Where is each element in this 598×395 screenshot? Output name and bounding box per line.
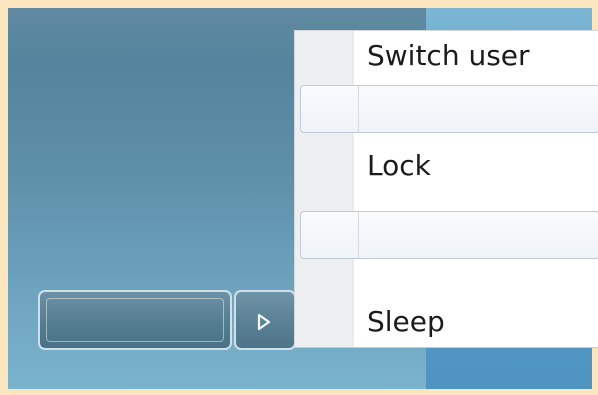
menu-item-lock[interactable]: Lock	[295, 141, 598, 193]
menu-item-label: Switch user	[367, 39, 530, 72]
shutdown-button-inner	[46, 298, 224, 342]
menu-item-label: Lock	[367, 149, 431, 182]
shutdown-button-group	[38, 290, 296, 354]
separator-divider	[358, 212, 359, 258]
menu-item-switch-user[interactable]: Switch user	[295, 31, 598, 83]
menu-item-sleep[interactable]: Sleep	[295, 297, 598, 349]
shutdown-button[interactable]	[38, 290, 232, 350]
power-options-menu: Switch user Lock Sleep	[294, 30, 598, 348]
menu-item-label: Sleep	[367, 305, 445, 338]
separator-divider	[358, 86, 359, 132]
chevron-right-icon	[257, 313, 271, 331]
menu-separator	[300, 85, 598, 133]
shutdown-options-button[interactable]	[234, 290, 296, 350]
menu-separator	[300, 211, 598, 259]
